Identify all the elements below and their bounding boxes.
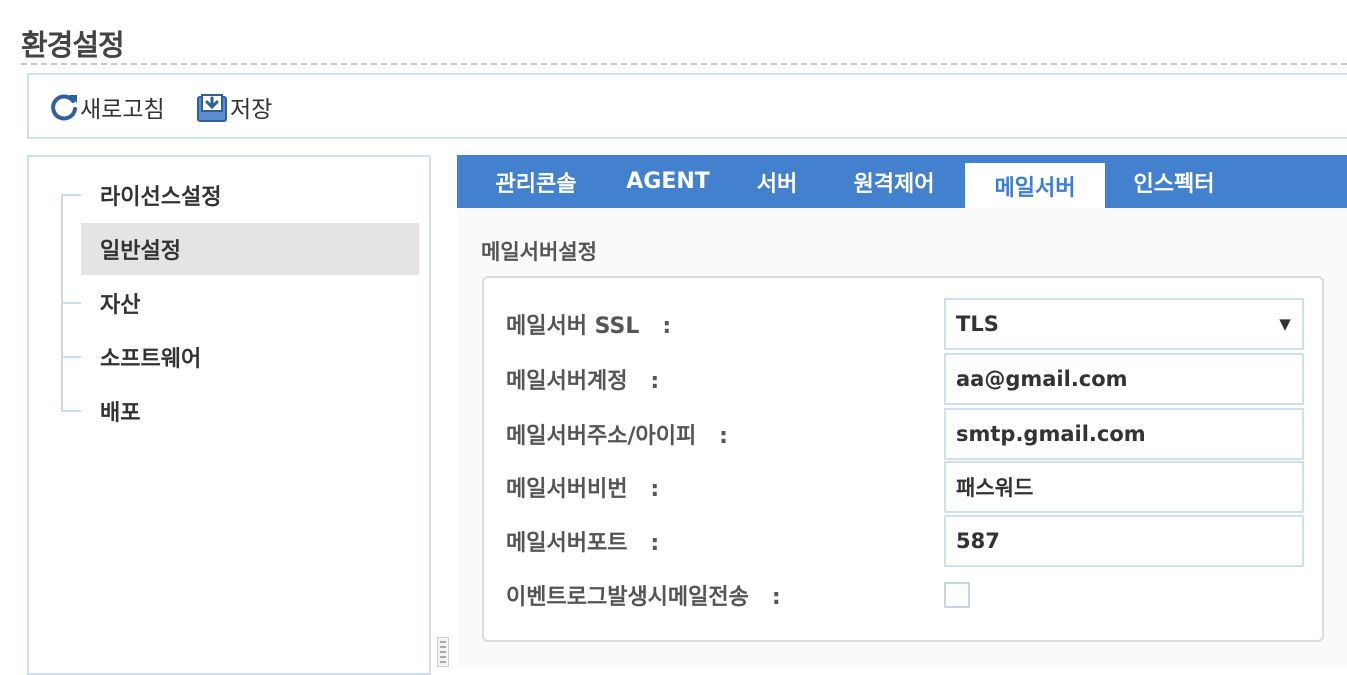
port-label: 메일서버포트 : xyxy=(506,531,660,556)
tab-agent[interactable]: AGENT xyxy=(607,155,729,208)
tab-remote-control[interactable]: 원격제어 xyxy=(829,155,959,208)
refresh-button[interactable]: 새로고침 xyxy=(48,89,165,125)
refresh-icon xyxy=(48,91,80,123)
tree-item-label: 자산 xyxy=(100,293,141,318)
tree-item-label: 일반설정 xyxy=(100,239,181,264)
tree-item-software[interactable]: 소프트웨어 xyxy=(61,331,419,383)
ssl-select[interactable]: TLS ▼ xyxy=(944,298,1304,350)
settings-tree-panel: 라이선스설정 일반설정 자산 소프트웨어 배포 xyxy=(27,155,431,675)
password-label: 메일서버비번 : xyxy=(506,477,660,502)
mail-settings-form: 메일서버 SSL : TLS ▼ 메일서버계정 : aa@gmail.com 메… xyxy=(482,276,1324,642)
tree-item-general[interactable]: 일반설정 xyxy=(81,223,419,275)
event-mail-checkbox[interactable] xyxy=(944,582,970,608)
tree-item-label: 배포 xyxy=(100,401,141,426)
mail-server-panel: 메일서버설정 메일서버 SSL : TLS ▼ 메일서버계정 : aa@gmai… xyxy=(457,208,1347,667)
refresh-label: 새로고침 xyxy=(80,97,165,123)
tree-item-label: 라이선스설정 xyxy=(100,185,222,210)
account-value: aa@gmail.com xyxy=(956,367,1128,391)
password-value: 패스워드 xyxy=(956,476,1034,500)
tab-server[interactable]: 서버 xyxy=(733,155,821,208)
tree-item-license[interactable]: 라이선스설정 xyxy=(61,169,419,221)
account-label: 메일서버계정 : xyxy=(506,369,660,394)
address-value: smtp.gmail.com xyxy=(956,422,1146,446)
toolbar: 새로고침 저장 xyxy=(27,73,1347,139)
address-input[interactable]: smtp.gmail.com xyxy=(944,408,1304,460)
password-input[interactable]: 패스워드 xyxy=(944,461,1304,513)
save-button[interactable]: 저장 xyxy=(196,89,272,125)
event-mail-label: 이벤트로그발생시메일전송 : xyxy=(506,585,781,610)
port-value: 587 xyxy=(956,529,1000,553)
address-label: 메일서버주소/아이피 : xyxy=(506,424,728,449)
panel-splitter-handle[interactable] xyxy=(437,637,449,667)
settings-tab-bar: 관리콘솔 AGENT 서버 원격제어 메일서버 인스펙터 xyxy=(457,155,1347,208)
title-divider xyxy=(21,63,1347,65)
tab-mail-server[interactable]: 메일서버 xyxy=(965,163,1105,208)
port-input[interactable]: 587 xyxy=(944,515,1304,567)
page-title: 환경설정 xyxy=(21,28,125,62)
ssl-label: 메일서버 SSL : xyxy=(506,314,672,339)
tree-item-label: 소프트웨어 xyxy=(100,347,202,372)
section-title: 메일서버설정 xyxy=(481,240,597,264)
save-label: 저장 xyxy=(230,97,273,123)
tab-inspector[interactable]: 인스펙터 xyxy=(1111,155,1237,208)
account-input[interactable]: aa@gmail.com xyxy=(944,353,1304,405)
ssl-value: TLS xyxy=(956,312,999,336)
save-icon xyxy=(196,91,230,123)
tree-item-assets[interactable]: 자산 xyxy=(61,277,419,329)
dropdown-arrow-icon: ▼ xyxy=(1279,315,1291,333)
tab-console[interactable]: 관리콘솔 xyxy=(471,155,601,208)
tree-item-deploy[interactable]: 배포 xyxy=(61,385,419,437)
